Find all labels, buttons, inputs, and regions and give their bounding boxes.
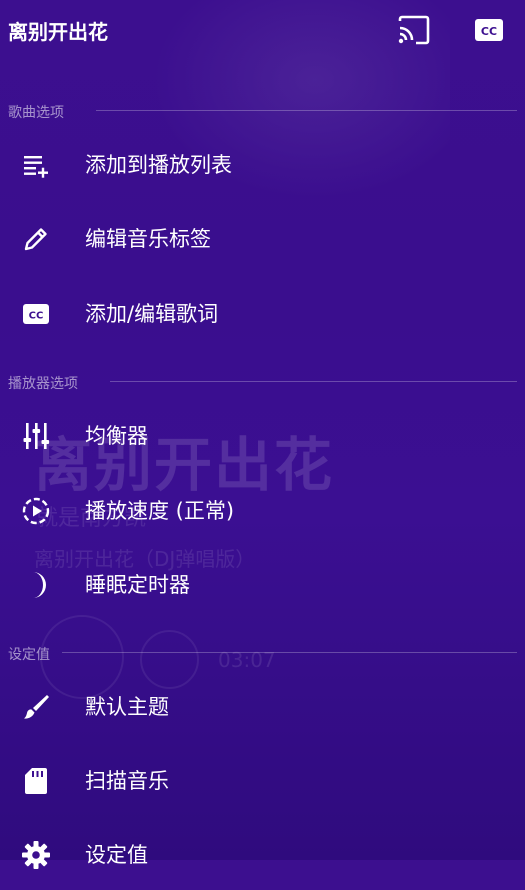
menu-item-settings[interactable]: 设定值	[0, 820, 525, 890]
top-bar: 离别开出花 CC	[0, 0, 525, 60]
section-divider	[96, 110, 517, 111]
menu-item-label: 添加到播放列表	[85, 153, 232, 177]
closed-caption-icon[interactable]: CC	[472, 12, 508, 48]
sd-card-icon	[20, 765, 52, 797]
menu-item-label: 设定值	[85, 843, 148, 867]
song-title: 离别开出花	[8, 20, 108, 44]
playlist-add-icon	[20, 149, 52, 181]
closed-caption-icon: CC	[20, 298, 52, 330]
menu-item-label: 睡眠定时器	[85, 573, 190, 597]
brush-icon	[20, 691, 52, 723]
section-header-settings: 设定值	[8, 647, 50, 663]
section-header-player-options: 播放器选项	[8, 376, 78, 392]
menu-item-label: 添加/编辑歌词	[85, 302, 219, 326]
moon-icon	[20, 569, 52, 601]
menu-item-label: 编辑音乐标签	[85, 227, 211, 251]
menu-item-scan-music[interactable]: 扫描音乐	[0, 746, 525, 816]
gear-icon	[20, 839, 52, 871]
menu-item-default-theme[interactable]: 默认主题	[0, 672, 525, 742]
svg-text:CC: CC	[29, 311, 44, 322]
pencil-icon	[20, 223, 52, 255]
section-header-song-options: 歌曲选项	[8, 105, 64, 121]
menu-item-sleep-timer[interactable]: 睡眠定时器	[0, 550, 525, 620]
cast-icon[interactable]	[396, 12, 432, 48]
menu-item-label: 播放速度 (正常)	[85, 499, 235, 523]
playback-speed-icon	[20, 495, 52, 527]
menu-item-edit-lyrics[interactable]: CC 添加/编辑歌词	[0, 279, 525, 349]
menu-item-equalizer[interactable]: 均衡器	[0, 401, 525, 471]
menu-item-add-to-playlist[interactable]: 添加到播放列表	[0, 130, 525, 200]
menu-item-label: 均衡器	[85, 424, 148, 448]
svg-text:CC: CC	[481, 25, 497, 38]
menu-item-edit-tags[interactable]: 编辑音乐标签	[0, 204, 525, 274]
section-divider	[110, 381, 517, 382]
menu-item-playback-speed[interactable]: 播放速度 (正常)	[0, 476, 525, 546]
menu-item-label: 默认主题	[85, 695, 169, 719]
section-divider	[62, 652, 517, 653]
menu-item-label: 扫描音乐	[85, 769, 169, 793]
equalizer-icon	[20, 420, 52, 452]
